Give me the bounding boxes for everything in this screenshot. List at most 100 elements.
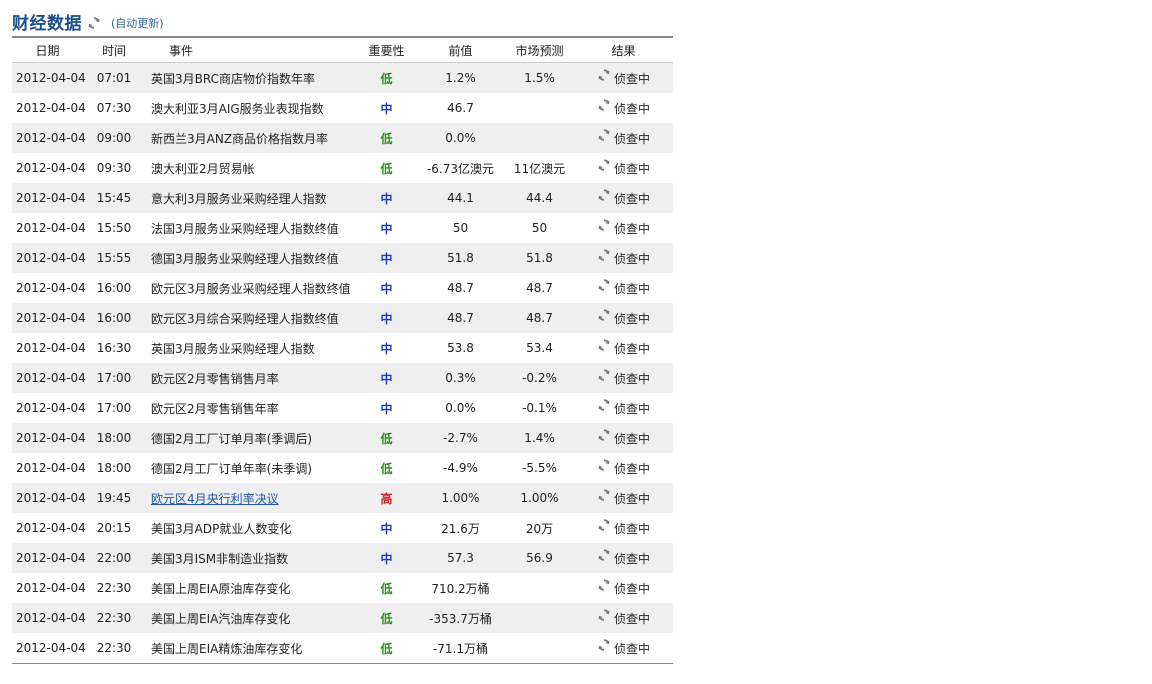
refresh-icon[interactable] [597,308,611,322]
event-cell[interactable]: 欧元区4月央行利率决议 [145,483,351,513]
result-cell: 侦查中 [580,93,667,123]
importance-badge: 中 [380,311,393,326]
forecast-value-cell: 20万 [525,521,554,536]
table-row: 2012-04-04 07:30 澳大利亚3月AIG服务业表现指数 中 46.7 侦查中 [12,93,673,123]
refresh-icon[interactable] [597,458,611,472]
forecast-value-cell: 44.4 [526,191,553,205]
result-status: 侦查中 [613,491,650,506]
forecast-value-cell [499,603,580,633]
refresh-icon[interactable] [597,638,611,652]
date-cell: 2012-04-04 [16,521,86,535]
date-cell: 2012-04-04 [16,281,86,295]
date-cell: 2012-04-04 [16,191,86,205]
event-link[interactable]: 欧元区4月央行利率决议 [151,490,279,507]
result-status: 侦查中 [613,191,650,206]
result-cell: 侦查中 [580,183,667,213]
event-cell: 美国上周EIA原油库存变化 [145,573,351,603]
event-cell: 澳大利亚3月AIG服务业表现指数 [145,93,351,123]
previous-value-cell: 21.6万 [441,521,480,536]
event-text: 澳大利亚2月贸易帐 [151,161,255,176]
previous-value-cell: 1.00% [441,491,480,505]
refresh-icon[interactable] [87,16,101,30]
forecast-value-cell: 1.5% [524,71,555,85]
importance-cell: 中 [351,543,422,573]
forecast-value-cell [499,93,580,123]
table-bottom-border [12,663,673,664]
importance-badge: 低 [380,131,393,146]
refresh-icon[interactable] [597,98,611,112]
result-cell: 侦查中 [580,633,667,663]
table-row: 2012-04-04 22:30 美国上周EIA原油库存变化 低 710.2万桶 侦查中 [12,573,673,603]
previous-value-cell: -2.7% [443,431,478,445]
importance-badge: 中 [380,341,393,356]
result-cell: 侦查中 [580,513,667,543]
importance-cell: 中 [351,243,422,273]
refresh-icon[interactable] [597,428,611,442]
result-cell: 侦查中 [580,333,667,363]
importance-cell: 中 [351,303,422,333]
result-status: 侦查中 [613,611,650,626]
date-cell: 2012-04-04 [16,461,86,475]
event-text: 欧元区2月零售销售月率 [151,371,279,386]
importance-cell: 低 [351,423,422,453]
table-body: 2012-04-04 07:01 英国3月BRC商店物价指数年率低 1.2% 1.5% 侦… [12,63,673,663]
event-cell: 美国3月ADP就业人数变化 [145,513,351,543]
event-cell: 英国3月BRC商店物价指数年率 [145,63,351,93]
result-cell: 侦查中 [580,213,667,243]
previous-value-cell: 48.7 [447,281,474,295]
refresh-icon[interactable] [597,68,611,82]
economic-calendar-panel: 财经数据 (自动更新) 日期 时间 事件 重要性 前值 市场预测 结果 2012… [12,10,673,664]
table-row: 2012-04-04 09:00 新西兰3月ANZ商品价格指数月率 低 0.0% 侦查中 [12,123,673,153]
column-header-date: 日期 [35,43,60,58]
importance-badge: 高 [380,491,393,506]
refresh-icon[interactable] [597,158,611,172]
event-text: 德国2月工厂订单月率(季调后) [151,431,312,446]
table-row: 2012-04-04 09:30 澳大利亚2月贸易帐 低 -6.73亿澳元 11亿澳元 侦查… [12,153,673,183]
refresh-icon[interactable] [597,368,611,382]
refresh-icon[interactable] [597,578,611,592]
event-text: 新西兰3月ANZ商品价格指数月率 [151,131,329,146]
importance-cell: 中 [351,513,422,543]
event-text: 英国3月BRC商店物价指数年率 [151,71,315,86]
previous-value-cell: 44.1 [447,191,474,205]
time-cell: 07:30 [96,101,132,115]
event-cell: 澳大利亚2月贸易帐 [145,153,351,183]
refresh-icon[interactable] [597,398,611,412]
time-cell: 18:00 [96,461,132,475]
importance-badge: 低 [380,461,393,476]
refresh-icon[interactable] [597,518,611,532]
result-status: 侦查中 [613,431,650,446]
refresh-icon[interactable] [597,188,611,202]
refresh-icon[interactable] [597,128,611,142]
result-status: 侦查中 [613,461,650,476]
table-row: 2012-04-04 17:00 欧元区2月零售销售月率 中 0.3% -0.2% 侦查中 [12,363,673,393]
refresh-icon[interactable] [597,608,611,622]
importance-cell: 高 [351,483,422,513]
column-header-previous: 前值 [448,43,473,58]
result-status: 侦查中 [613,221,650,236]
previous-value-cell: 57.3 [447,551,474,565]
forecast-value-cell: 53.4 [526,341,553,355]
event-cell: 美国上周EIA汽油库存变化 [145,603,351,633]
result-status: 侦查中 [613,71,650,86]
previous-value-cell: -353.7万桶 [429,611,492,626]
result-cell: 侦查中 [580,303,667,333]
refresh-icon[interactable] [597,278,611,292]
refresh-icon[interactable] [597,338,611,352]
importance-badge: 低 [380,641,393,656]
previous-value-cell: 710.2万桶 [431,581,490,596]
importance-cell: 低 [351,63,422,93]
refresh-icon[interactable] [597,488,611,502]
result-status: 侦查中 [613,551,650,566]
importance-badge: 中 [380,521,393,536]
forecast-value-cell: 1.4% [524,431,555,445]
refresh-icon[interactable] [597,218,611,232]
importance-cell: 低 [351,153,422,183]
refresh-icon[interactable] [597,548,611,562]
result-cell: 侦查中 [580,63,667,93]
event-text: 意大利3月服务业采购经理人指数 [151,191,327,206]
result-status: 侦查中 [613,101,650,116]
refresh-icon[interactable] [597,248,611,262]
result-cell: 侦查中 [580,573,667,603]
time-cell: 19:45 [96,491,132,505]
